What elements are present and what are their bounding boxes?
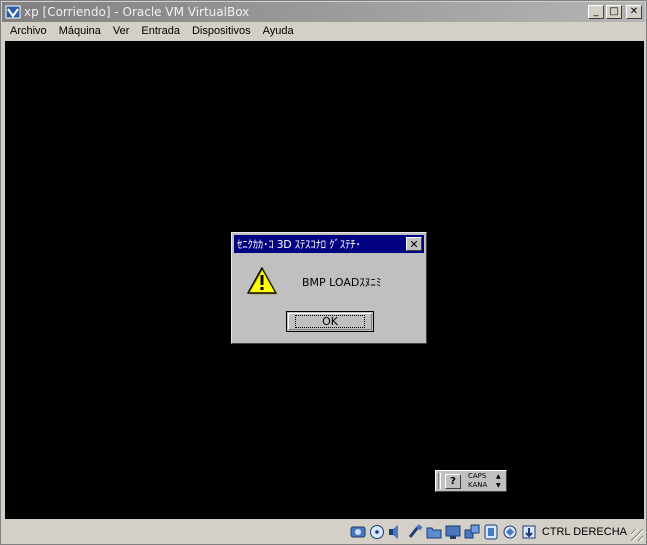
dialog-message: BMP LOADｽﾇﾆﾐ (302, 276, 382, 289)
optical-drive-icon[interactable] (369, 524, 385, 540)
close-icon: ✕ (409, 237, 419, 251)
kana-indicator: KANA (468, 481, 488, 489)
resize-grip[interactable] (631, 529, 643, 541)
audio-icon[interactable] (388, 524, 404, 540)
maximize-icon: □ (609, 6, 619, 17)
hard-disk-icon[interactable] (350, 524, 366, 540)
ime-toolbar: ? CAPS KANA ▲ ▼ (435, 470, 507, 492)
menu-dispositivos[interactable]: Dispositivos (186, 25, 257, 37)
minimize-button[interactable]: _ (588, 5, 604, 19)
caps-indicator: CAPS (468, 472, 487, 480)
usb-icon[interactable] (407, 523, 423, 540)
host-key-label[interactable]: CTRL DERECHA (542, 526, 627, 538)
title-bar[interactable]: xp [Corriendo] - Oracle VM VirtualBox _ … (2, 2, 645, 22)
ok-button-face: OK (288, 313, 372, 330)
ok-button[interactable]: OK (286, 311, 374, 332)
shared-folders-icon[interactable] (426, 524, 442, 540)
menu-archivo[interactable]: Archivo (2, 25, 53, 37)
video-capture-icon[interactable] (483, 524, 499, 540)
maximize-button[interactable]: □ (606, 5, 622, 19)
dialog-title: ｾﾆｸｶｶ･ｺ 3D ｽﾃｽｺﾅﾛ ｸﾞｽﾃﾁ･ (237, 238, 361, 251)
chevron-up-icon: ▲ (496, 473, 501, 480)
virtualbox-window: xp [Corriendo] - Oracle VM VirtualBox _ … (0, 0, 647, 545)
warning-icon (247, 267, 278, 295)
window-title: xp [Corriendo] - Oracle VM VirtualBox (24, 5, 250, 19)
menu-bar: Archivo Máquina Ver Entrada Dispositivos… (2, 22, 645, 40)
chevron-down-icon: ▼ (496, 482, 501, 489)
minimize-icon: _ (593, 6, 599, 17)
menu-entrada[interactable]: Entrada (135, 25, 186, 37)
menu-maquina[interactable]: Máquina (53, 25, 107, 37)
ime-arrows[interactable]: ▲ ▼ (496, 472, 501, 490)
ime-help-button[interactable]: ? (445, 474, 461, 489)
cpu-icon[interactable] (502, 524, 518, 540)
network-icon[interactable] (464, 524, 480, 540)
ime-drag-handle[interactable] (438, 473, 441, 489)
help-icon: ? (450, 476, 456, 487)
error-dialog: ｾﾆｸｶｶ･ｺ 3D ｽﾃｽｺﾅﾛ ｸﾞｽﾃﾁ･ ✕ BMP LOADｽﾇﾆﾐ … (231, 232, 427, 344)
status-bar: CTRL DERECHA (2, 520, 645, 543)
menu-ver[interactable]: Ver (107, 25, 136, 37)
dialog-close-button[interactable]: ✕ (406, 237, 422, 251)
mouse-integration-icon[interactable] (521, 524, 537, 540)
ok-button-label: OK (295, 315, 365, 328)
menu-ayuda[interactable]: Ayuda (257, 25, 300, 37)
window-controls: _ □ ✕ (588, 5, 642, 19)
display-icon[interactable] (445, 524, 461, 540)
close-icon: ✕ (629, 6, 639, 17)
ime-status: CAPS KANA (468, 472, 487, 490)
close-button[interactable]: ✕ (626, 5, 642, 19)
virtualbox-icon (5, 5, 21, 19)
dialog-title-bar[interactable]: ｾﾆｸｶｶ･ｺ 3D ｽﾃｽｺﾅﾛ ｸﾞｽﾃﾁ･ ✕ (234, 235, 424, 253)
